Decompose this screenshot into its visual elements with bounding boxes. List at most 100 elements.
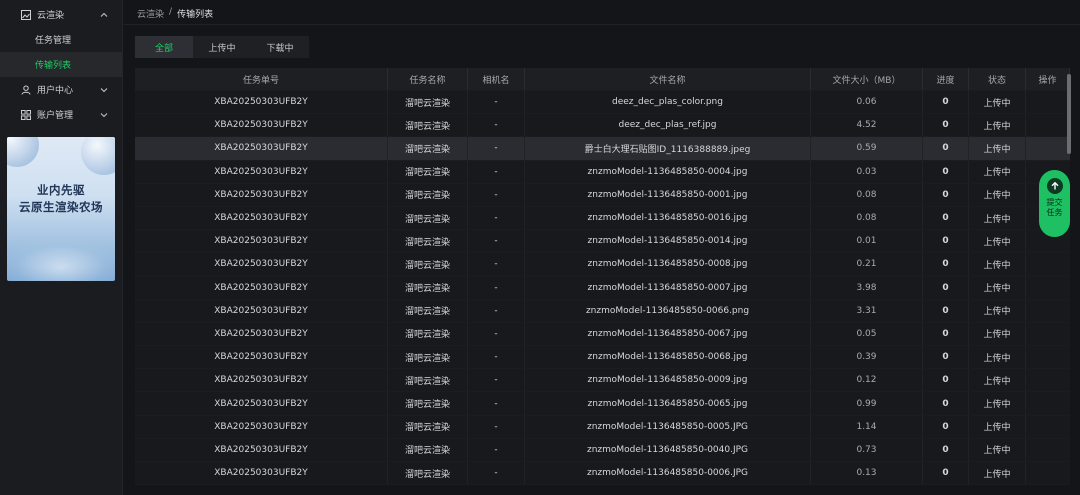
actions-cell[interactable] [1026,416,1070,438]
actions-cell[interactable] [1026,462,1070,484]
table-row[interactable]: XBA20250303UFB2Y 溜吧云渲染 - znzmoModel-1136485… [135,230,1070,254]
table-row[interactable]: XBA20250303UFB2Y 溜吧云渲染 - znzmoModel-1136485… [135,369,1070,393]
file-name-cell: znzmoModel-1136485850-0068.jpg [525,346,811,369]
actions-cell[interactable] [1026,277,1070,299]
sidebar-item-transfer-list[interactable]: 传输列表 [0,52,122,77]
status-cell: 上传中 [969,299,1026,322]
task-name-cell: 溜吧云渲染 [388,253,468,276]
progress-cell: 0 [923,438,969,461]
task-name-cell: 溜吧云渲染 [388,462,468,485]
task-id-cell: XBA20250303UFB2Y [135,91,388,114]
promo-banner[interactable]: 业内先驱 云原生渲染农场 [7,137,115,281]
actions-cell[interactable] [1026,323,1070,345]
status-cell: 上传中 [969,206,1026,230]
column-header: 任务名称 [388,68,468,90]
file-name-cell: znzmoModel-1136485850-0004.jpg [525,160,811,183]
column-header: 文件名称 [525,68,811,90]
camera-cell: - [468,462,525,485]
chevron-down-icon [100,86,108,94]
table-row[interactable]: XBA20250303UFB2Y 溜吧云渲染 - znzmoModel-1136485… [135,160,1070,184]
table-row[interactable]: XBA20250303UFB2Y 溜吧云渲染 - znzmoModel-1136485… [135,415,1070,439]
table-row[interactable]: XBA20250303UFB2Y 溜吧云渲染 - deez_dec_plas_colo… [135,91,1070,115]
table-row[interactable]: XBA20250303UFB2Y 溜吧云渲染 - znzmoModel-1136485… [135,299,1070,323]
status-cell: 上传中 [969,392,1026,415]
table-row[interactable]: XBA20250303UFB2Y 溜吧云渲染 - deez_dec_plas_ref.… [135,114,1070,138]
column-header: 操作 [1026,68,1070,90]
actions-cell[interactable] [1026,300,1070,322]
task-id-cell: XBA20250303UFB2Y [135,462,388,485]
task-name-cell: 溜吧云渲染 [388,438,468,461]
progress-cell: 0 [923,462,969,485]
task-name-cell: 溜吧云渲染 [388,91,468,114]
table-row[interactable]: XBA20250303UFB2Y 溜吧云渲染 - znzmoModel-1136485… [135,206,1070,231]
actions-cell[interactable] [1026,346,1070,368]
task-id-cell: XBA20250303UFB2Y [135,137,388,160]
actions-cell[interactable] [1026,392,1070,414]
file-size-cell: 0.13 [811,462,923,485]
task-id-cell: XBA20250303UFB2Y [135,322,388,346]
actions-cell[interactable] [1026,91,1070,113]
status-cell: 上传中 [969,253,1026,276]
table-row[interactable]: XBA20250303UFB2Y 溜吧云渲染 - znzmoModel-1136485… [135,183,1070,207]
progress-cell: 0 [923,183,969,206]
breadcrumb-separator: / [169,7,173,17]
table-row[interactable]: XBA20250303UFB2Y 溜吧云渲染 - znzmoModel-1136485… [135,322,1070,347]
status-cell: 上传中 [969,276,1026,299]
file-size-cell: 0.06 [811,91,923,114]
camera-cell: - [468,299,525,322]
progress-cell: 0 [923,346,969,369]
progress-cell: 0 [923,392,969,415]
table-row[interactable]: XBA20250303UFB2Y 溜吧云渲染 - 爵士白大理石贴图ID_1116388… [135,137,1070,161]
sidebar-item-task-management[interactable]: 任务管理 [0,27,122,52]
file-size-cell: 0.12 [811,369,923,392]
tab-uploading[interactable]: 上传中 [193,36,251,58]
camera-cell: - [468,114,525,137]
table-header: 任务单号 任务名称 相机名 文件名称 文件大小（MB） 进度 状态 操作 [135,68,1070,91]
status-cell: 上传中 [969,322,1026,346]
transfer-tabs: 全部 上传中 下载中 [135,36,309,58]
table-row[interactable]: XBA20250303UFB2Y 溜吧云渲染 - znzmoModel-1136485… [135,253,1070,277]
table-row[interactable]: XBA20250303UFB2Y 溜吧云渲染 - znzmoModel-1136485… [135,276,1070,300]
breadcrumb: 云渲染 / 传输列表 [137,7,213,20]
file-size-cell: 3.98 [811,276,923,299]
header-divider [124,24,1080,25]
table-row[interactable]: XBA20250303UFB2Y 溜吧云渲染 - znzmoModel-1136485… [135,438,1070,462]
tab-all[interactable]: 全部 [135,36,193,58]
breadcrumb-parent[interactable]: 云渲染 [137,7,164,20]
task-id-cell: XBA20250303UFB2Y [135,160,388,183]
table-scrollbar[interactable] [1067,74,1071,154]
file-size-cell: 0.21 [811,253,923,276]
status-cell: 上传中 [969,415,1026,438]
tab-downloading[interactable]: 下载中 [251,36,309,58]
table-row[interactable]: XBA20250303UFB2Y 溜吧云渲染 - znzmoModel-1136485… [135,392,1070,416]
progress-cell: 0 [923,114,969,137]
sidebar-item-label: 传输列表 [35,61,72,71]
sidebar-item-user-center[interactable]: 用户中心 [0,77,122,102]
task-id-cell: XBA20250303UFB2Y [135,438,388,461]
file-name-cell: 爵士白大理石贴图ID_1116388889.jpeg [525,137,811,160]
task-id-cell: XBA20250303UFB2Y [135,114,388,137]
actions-cell[interactable] [1026,137,1070,159]
file-name-cell: znzmoModel-1136485850-0009.jpg [525,369,811,392]
status-cell: 上传中 [969,183,1026,206]
actions-cell[interactable] [1026,439,1070,461]
task-name-cell: 溜吧云渲染 [388,415,468,438]
sidebar-item-account-management[interactable]: 账户管理 [0,102,122,127]
actions-cell[interactable] [1026,114,1070,136]
status-cell: 上传中 [969,346,1026,369]
sidebar: 云渲染 任务管理 传输列表 用户中心 账户管理 业内先驱 云原生渲染农场 [0,0,123,495]
camera-cell: - [468,206,525,230]
actions-cell[interactable] [1026,369,1070,391]
progress-cell: 0 [923,230,969,253]
task-name-cell: 溜吧云渲染 [388,369,468,392]
table-row[interactable]: XBA20250303UFB2Y 溜吧云渲染 - znzmoModel-1136485… [135,462,1070,486]
actions-cell[interactable] [1026,253,1070,275]
submit-task-button[interactable]: 提交任务 [1039,170,1070,237]
column-header: 相机名 [468,68,525,90]
task-name-cell: 溜吧云渲染 [388,392,468,415]
camera-cell: - [468,230,525,253]
table-row[interactable]: XBA20250303UFB2Y 溜吧云渲染 - znzmoModel-1136485… [135,346,1070,370]
file-size-cell: 1.14 [811,415,923,438]
camera-cell: - [468,91,525,114]
sidebar-item-cloud-render[interactable]: 云渲染 [0,2,122,27]
